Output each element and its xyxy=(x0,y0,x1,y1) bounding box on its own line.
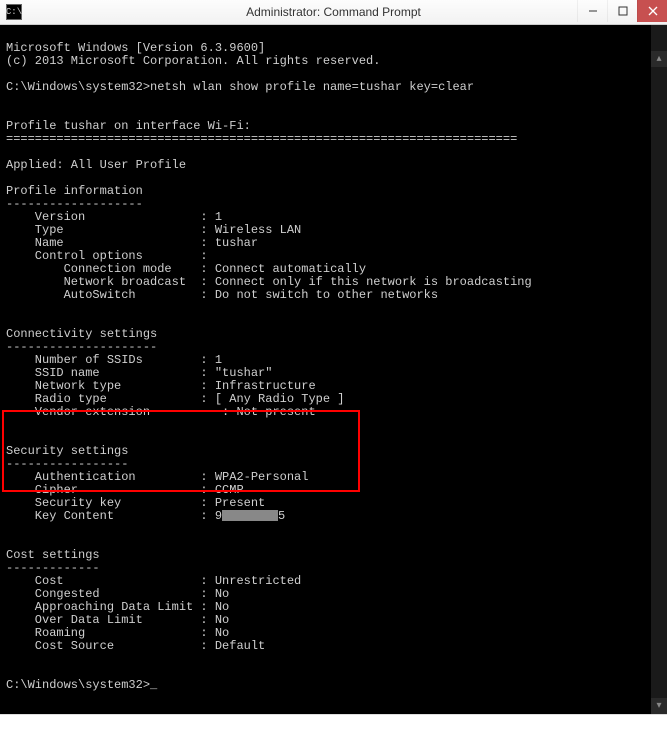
section-title-security: Security settings xyxy=(6,444,128,458)
profile-info-rows: Version : 1 Type : Wireless LAN Name : t… xyxy=(6,211,661,302)
security-rows: Authentication : WPA2-Personal Cipher : … xyxy=(6,471,661,523)
cost-rows: Cost : Unrestricted Congested : No Appro… xyxy=(6,575,661,653)
prompt-path: C:\Windows\system32> xyxy=(6,81,150,94)
minimize-button[interactable] xyxy=(577,0,607,22)
row-key: AutoSwitch : xyxy=(6,289,215,302)
applied-line: Applied: All User Profile xyxy=(6,158,186,172)
row-key: Cost Source : xyxy=(6,640,215,653)
section-title-profile: Profile information xyxy=(6,184,143,198)
row-value: Default xyxy=(215,640,265,653)
connectivity-rows: Number of SSIDs : 1 SSID name : "tushar"… xyxy=(6,354,661,419)
row-value: Present xyxy=(215,497,265,510)
app-icon: C:\ xyxy=(6,4,22,20)
version-line: Microsoft Windows [Version 6.3.9600] xyxy=(6,41,265,55)
profile-header: Profile tushar on interface Wi-Fi: xyxy=(6,119,251,133)
window-controls xyxy=(577,0,667,22)
copyright-line: (c) 2013 Microsoft Corporation. All righ… xyxy=(6,54,380,68)
output-row: AutoSwitch : Do not switch to other netw… xyxy=(6,289,661,302)
cursor: _ xyxy=(150,679,157,692)
section-dash: --------------------- xyxy=(6,340,157,354)
section-title-cost: Cost settings xyxy=(6,548,100,562)
prompt-path: C:\Windows\system32> xyxy=(6,679,150,692)
scroll-down-button[interactable]: ▾ xyxy=(651,698,667,714)
scrollbar[interactable]: ▴ ▾ xyxy=(651,25,667,714)
minimize-icon xyxy=(588,6,598,16)
section-dash: ------------------- xyxy=(6,197,143,211)
output-row: Cost Source : Default xyxy=(6,640,661,653)
command-text: netsh wlan show profile name=tushar key=… xyxy=(150,81,474,94)
section-dash: ------------- xyxy=(6,561,100,575)
maximize-button[interactable] xyxy=(607,0,637,22)
output-row: Key Content : 9 5 xyxy=(6,510,661,523)
row-key: Vendor extension : xyxy=(6,406,236,419)
row-key: Key Content : xyxy=(6,510,215,523)
console-output[interactable]: Microsoft Windows [Version 6.3.9600] (c)… xyxy=(0,25,667,714)
row-value: Do not switch to other networks xyxy=(215,289,438,302)
redacted-segment xyxy=(222,510,278,521)
window-title: Administrator: Command Prompt xyxy=(0,5,667,19)
row-value: tushar xyxy=(215,237,258,250)
section-dash: ----------------- xyxy=(6,457,128,471)
row-value: 9 xyxy=(215,510,222,523)
row-value-tail: 5 xyxy=(278,510,285,523)
maximize-icon xyxy=(618,6,628,16)
close-icon xyxy=(648,6,658,16)
scroll-up-button[interactable]: ▴ xyxy=(651,51,667,67)
close-button[interactable] xyxy=(637,0,667,22)
section-title-connectivity: Connectivity settings xyxy=(6,327,157,341)
row-value: Not present xyxy=(236,406,315,419)
title-bar: C:\ Administrator: Command Prompt xyxy=(0,0,667,25)
output-row: Vendor extension : Not present xyxy=(6,406,661,419)
separator: ========================================… xyxy=(6,132,517,146)
